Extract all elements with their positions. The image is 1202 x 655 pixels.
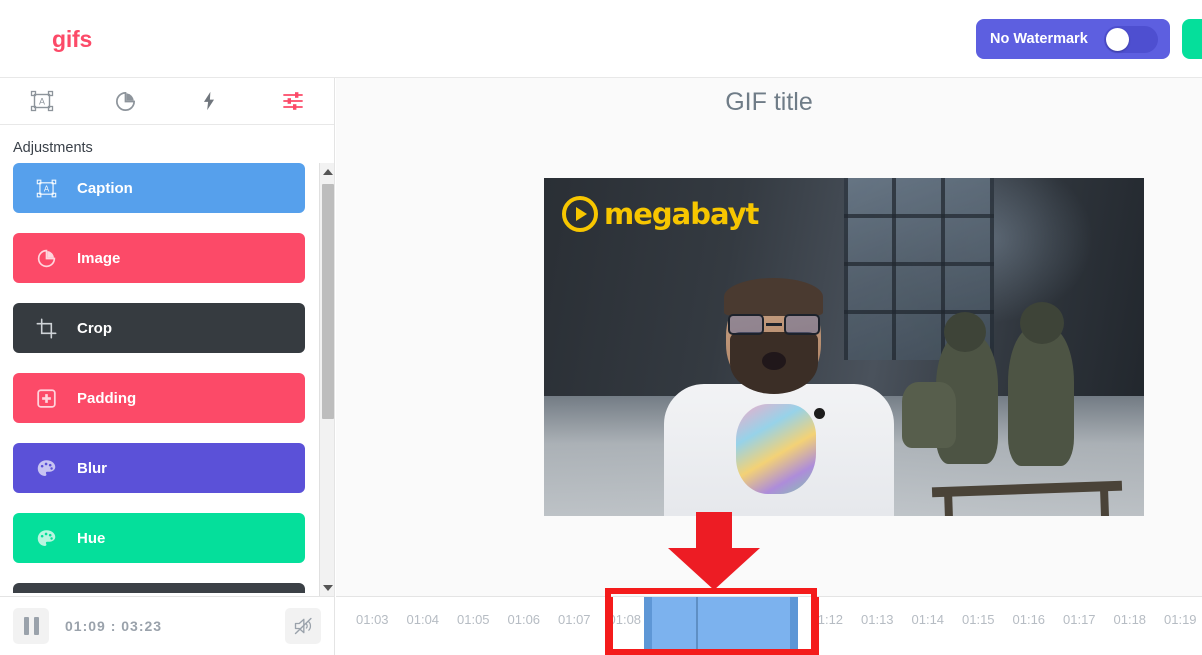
pie-image-icon: [35, 247, 57, 269]
scroll-up-arrow-icon[interactable]: [320, 163, 334, 180]
adjustment-item-hue[interactable]: Hue: [13, 513, 305, 563]
adjustment-item-crop[interactable]: Crop: [13, 303, 305, 353]
app-header: gifs No Watermark: [0, 0, 1202, 78]
no-watermark-label: No Watermark: [990, 31, 1088, 47]
editor-stage: GIF title megabayt: [336, 78, 1202, 596]
padding-icon: [35, 387, 57, 409]
no-watermark-toggle[interactable]: No Watermark: [976, 19, 1170, 59]
timeline-tick: 01:13: [861, 612, 894, 627]
panel-title: Adjustments: [13, 140, 93, 156]
timeline-tick: 01:08: [608, 612, 642, 627]
gif-title[interactable]: GIF title: [336, 88, 1202, 117]
adjustment-label: Image: [77, 249, 121, 267]
adjustment-label: Blur: [77, 459, 107, 477]
timeline-tick: 01:14: [911, 612, 945, 627]
toggle-track[interactable]: [1104, 25, 1158, 53]
adjustment-label: Padding: [77, 389, 137, 407]
timeline-tick: 01:04: [406, 612, 440, 627]
gif-preview[interactable]: megabayt: [544, 178, 1144, 516]
timeline-marker-end[interactable]: [814, 597, 819, 655]
preview-soldiers: [886, 286, 1136, 486]
timeline-tick: 01:03: [356, 612, 389, 627]
megabayt-mark-icon: [562, 196, 598, 232]
adjustment-label: Hue: [77, 529, 106, 547]
play-pause-button[interactable]: [13, 608, 49, 644]
timeline[interactable]: 01:0301:0401:0501:0601:0701:0801:0901:10…: [336, 596, 1202, 655]
adjustment-label: Caption: [77, 179, 133, 197]
svg-text:A: A: [43, 184, 49, 193]
timeline-inner-playhead: [696, 597, 698, 655]
export-button[interactable]: [1182, 19, 1202, 59]
player-bar: 01:09 : 03:23: [0, 596, 335, 655]
mute-button[interactable]: [285, 608, 321, 644]
adjustment-label: Crop: [77, 319, 112, 337]
adjustment-item-image[interactable]: Image: [13, 233, 305, 283]
scrollbar-thumb[interactable]: [322, 184, 334, 419]
tab-effects[interactable]: [168, 78, 252, 124]
caption-frame-icon: A: [35, 177, 57, 199]
preview-watermark-logo: megabayt: [562, 196, 759, 232]
timeline-handle-right[interactable]: [790, 597, 798, 655]
timeline-handle-left[interactable]: [644, 597, 652, 655]
timeline-selection[interactable]: [644, 597, 798, 655]
preview-person: [664, 266, 894, 516]
adjustment-item-invert[interactable]: Invert: [13, 583, 305, 593]
gif-editor-app: gifs No Watermark A Adjustments A Captio…: [0, 0, 1202, 655]
tab-adjustments[interactable]: [251, 78, 334, 124]
timeline-marker-start[interactable]: [608, 597, 613, 655]
adjustments-list: A Caption Image Crop Padding Blur Hue: [0, 163, 318, 593]
tab-caption[interactable]: A: [0, 78, 84, 124]
pause-icon: [23, 617, 39, 635]
palette-icon: [35, 457, 57, 479]
pie-image-icon: [116, 91, 136, 111]
svg-text:A: A: [39, 97, 45, 107]
timeline-tick: 01:17: [1063, 612, 1096, 627]
sidebar: A Adjustments A Caption Image Crop Paddi…: [0, 78, 335, 596]
timeline-tick: 01:16: [1012, 612, 1046, 627]
timeline-tick: 01:19: [1164, 612, 1197, 627]
adjustment-item-padding[interactable]: Padding: [13, 373, 305, 423]
scroll-down-arrow-icon[interactable]: [320, 579, 334, 596]
timeline-tick: 01:07: [558, 612, 591, 627]
sliders-icon: [283, 92, 304, 110]
caption-frame-icon: A: [30, 90, 54, 112]
timeline-tick: 01:18: [1113, 612, 1147, 627]
adjustment-item-blur[interactable]: Blur: [13, 443, 305, 493]
crop-icon: [35, 317, 57, 339]
timeline-tick: 01:06: [507, 612, 541, 627]
sidebar-scrollbar[interactable]: [319, 163, 334, 596]
lightning-icon: [204, 91, 215, 111]
timeline-tick: 01:05: [457, 612, 490, 627]
app-logo[interactable]: gifs: [52, 26, 92, 53]
preview-watermark-text: megabayt: [604, 197, 759, 231]
adjustment-item-caption[interactable]: A Caption: [13, 163, 305, 213]
toggle-knob[interactable]: [1106, 27, 1129, 51]
palette-icon: [35, 527, 57, 549]
time-display: 01:09 : 03:23: [65, 618, 163, 634]
timeline-tick: 01:15: [962, 612, 995, 627]
sidebar-tool-tabs: A: [0, 78, 334, 125]
tab-image[interactable]: [84, 78, 168, 124]
mute-icon: [294, 617, 312, 635]
